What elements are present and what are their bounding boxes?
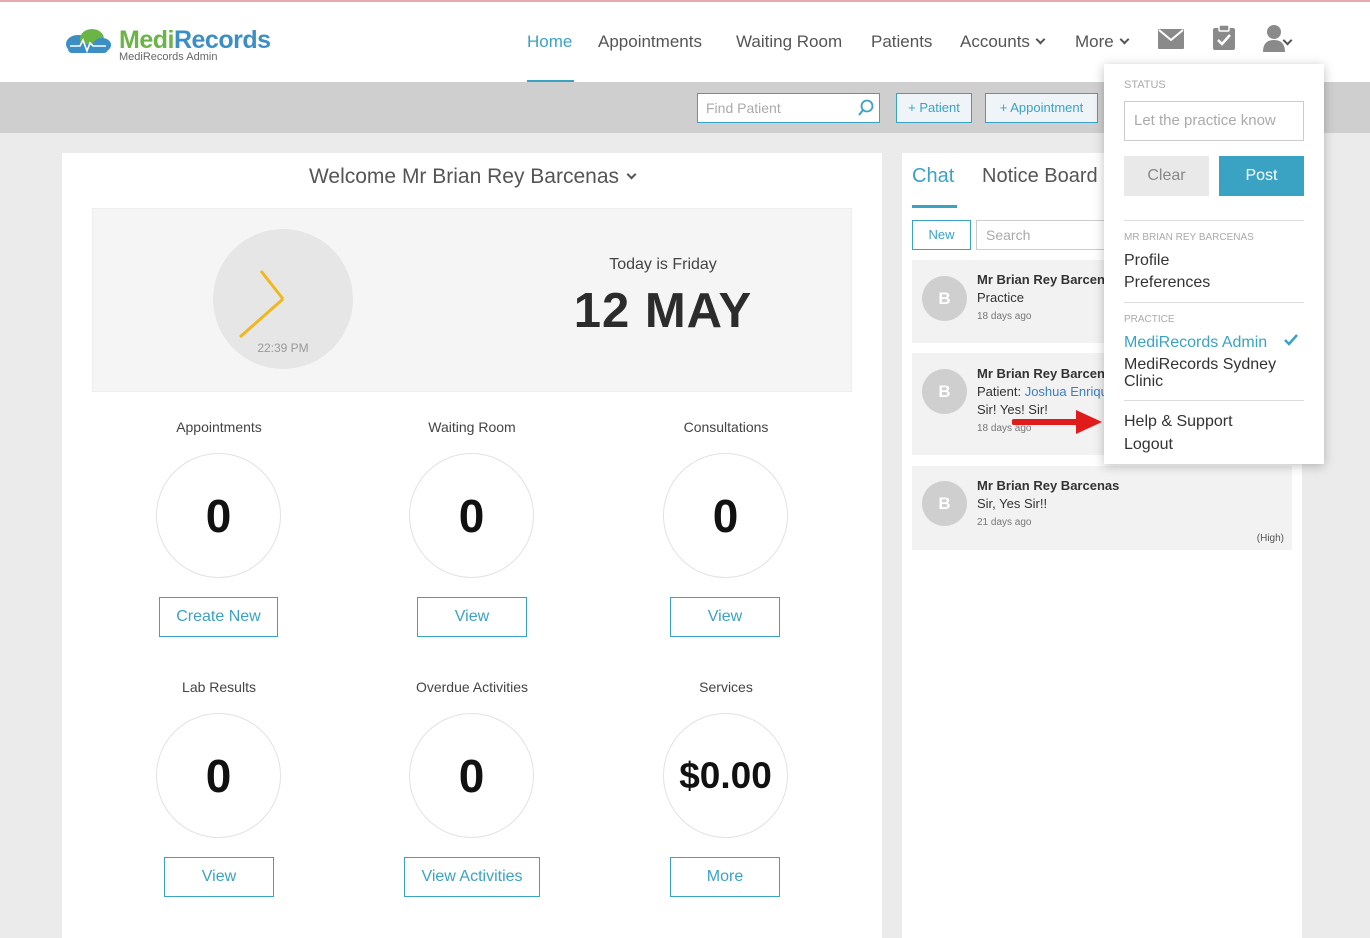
status-input[interactable]: Let the practice know [1124, 101, 1304, 141]
message-time: 18 days ago [977, 311, 1032, 322]
nav-accounts-label: Accounts [960, 32, 1030, 51]
view-activities-button[interactable]: View Activities [404, 857, 540, 897]
profile-menu-item[interactable]: Profile [1124, 252, 1169, 269]
stat-value-services: $0.00 [663, 713, 788, 838]
priority-badge: (High) [1256, 533, 1284, 544]
checkmark-icon [1284, 334, 1298, 346]
nav-patients[interactable]: Patients [871, 32, 932, 52]
welcome-heading[interactable]: Welcome Mr Brian Rey Barcenas [62, 165, 882, 189]
stat-value-appointments: 0 [156, 453, 281, 578]
user-menu-toggle[interactable] [1262, 24, 1306, 56]
today-label: Today is Friday [609, 256, 717, 273]
date-display: 12 MAY [573, 284, 753, 338]
nav-accounts[interactable]: Accounts [960, 32, 1046, 52]
tab-notice-board[interactable]: Notice Board [982, 165, 1098, 188]
practice-heading: PRACTICE [1124, 314, 1175, 325]
chat-message[interactable]: B Mr Brian Rey Barcenas Sir, Yes Sir!! 2… [912, 466, 1292, 550]
message-patient-line: Patient: Joshua Enriquez [977, 384, 1122, 399]
search-icon[interactable] [857, 99, 875, 117]
add-patient-button[interactable]: + Patient [896, 93, 972, 123]
message-time: 21 days ago [977, 517, 1032, 528]
nav-waiting-room[interactable]: Waiting Room [736, 32, 842, 52]
cloud-logo-icon [66, 29, 111, 54]
avatar: B [922, 481, 967, 526]
clear-status-button[interactable]: Clear [1124, 156, 1209, 196]
view-waiting-room-button[interactable]: View [417, 597, 527, 637]
divider [1124, 400, 1304, 401]
add-appointment-button[interactable]: + Appointment [985, 93, 1098, 123]
avatar: B [922, 276, 967, 321]
nav-more-label: More [1075, 32, 1114, 51]
tab-active-indicator [912, 205, 957, 208]
chevron-down-icon [626, 169, 637, 180]
clock-panel: 22:39 PM Today is Friday 12 MAY [92, 208, 852, 392]
stat-value-overdue-activities: 0 [409, 713, 534, 838]
view-lab-results-button[interactable]: View [164, 857, 274, 897]
message-author: Mr Brian Rey Barcenas [977, 478, 1120, 493]
stat-label-consultations: Consultations [683, 419, 769, 435]
avatar: B [922, 369, 967, 414]
user-dropdown-menu: STATUS Let the practice know Clear Post … [1104, 64, 1324, 464]
stat-label-services: Services [699, 679, 753, 695]
chevron-down-icon [1035, 34, 1046, 45]
find-patient-input[interactable] [698, 94, 848, 122]
nav-appointments[interactable]: Appointments [598, 32, 702, 52]
mail-icon[interactable] [1158, 29, 1184, 49]
message-text: Practice [977, 290, 1024, 305]
user-icon [1263, 25, 1285, 52]
nav-home[interactable]: Home [527, 32, 572, 52]
practice-name-line2: Clinic [1124, 373, 1164, 390]
divider [1124, 220, 1304, 221]
create-appointment-button[interactable]: Create New [159, 597, 278, 637]
practice-item-medirecords-admin[interactable]: MediRecords Admin [1124, 334, 1267, 351]
chevron-down-icon [1119, 34, 1130, 45]
message-author: Mr Brian Rey Barcenas [977, 366, 1120, 381]
more-services-button[interactable]: More [670, 857, 780, 897]
nav-more[interactable]: More [1075, 32, 1130, 52]
user-heading: MR BRIAN REY BARCENAS [1124, 232, 1254, 243]
stat-label-overdue-activities: Overdue Activities [415, 679, 529, 695]
message-text: Sir, Yes Sir!! [977, 496, 1048, 511]
logout-menu-item[interactable]: Logout [1124, 436, 1173, 453]
view-consultations-button[interactable]: View [670, 597, 780, 637]
medirecords-logo[interactable]: MediRecords MediRecords Admin [62, 24, 282, 64]
help-support-menu-item[interactable]: Help & Support [1124, 413, 1233, 430]
welcome-text: Welcome Mr Brian Rey Barcenas [308, 165, 620, 188]
clock-time: 22:39 PM [257, 341, 309, 355]
message-patient-prefix: Patient: [977, 384, 1025, 399]
stat-label-appointments: Appointments [176, 419, 262, 435]
stat-value-consultations: 0 [663, 453, 788, 578]
red-arrow-annotation-icon [1012, 410, 1102, 434]
stat-label-lab-results: Lab Results [182, 679, 256, 695]
practice-name-line1: MediRecords Sydney [1124, 356, 1277, 373]
stat-value-waiting-room: 0 [409, 453, 534, 578]
practice-item-sydney-clinic[interactable]: MediRecords Sydney Clinic [1124, 356, 1276, 390]
stat-label-waiting-room: Waiting Room [428, 419, 516, 435]
divider [1124, 302, 1304, 303]
brand-subtitle: MediRecords Admin [119, 51, 218, 63]
dashboard-panel: Welcome Mr Brian Rey Barcenas 22:39 PM T… [62, 153, 882, 938]
analog-clock: 22:39 PM [213, 229, 353, 369]
new-chat-button[interactable]: New [912, 220, 971, 250]
preferences-menu-item[interactable]: Preferences [1124, 274, 1210, 291]
clipboard-check-icon[interactable] [1212, 25, 1236, 51]
stat-value-lab-results: 0 [156, 713, 281, 838]
status-heading: STATUS [1124, 79, 1166, 91]
tab-chat[interactable]: Chat [912, 165, 954, 188]
post-status-button[interactable]: Post [1219, 156, 1304, 196]
find-patient-box [697, 93, 880, 123]
message-author: Mr Brian Rey Barcenas [977, 272, 1120, 287]
